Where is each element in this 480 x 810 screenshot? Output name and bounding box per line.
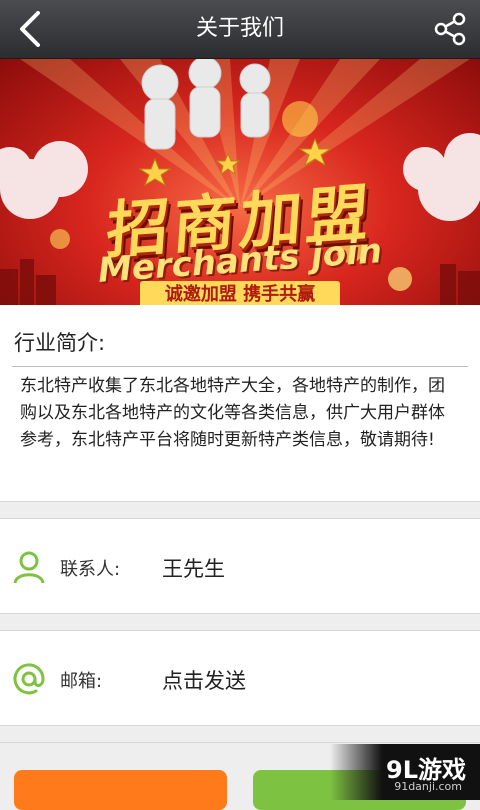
contact-label: 联系人: (60, 559, 121, 580)
watermark-url: 91danji.com (394, 780, 462, 793)
top-bar: 关于我们 (0, 0, 480, 59)
call-button[interactable] (14, 770, 227, 810)
divider (0, 613, 480, 614)
email-row[interactable]: 邮箱: 点击发送 (0, 631, 480, 725)
email-send-link[interactable]: 点击发送 (162, 665, 246, 695)
divider (0, 501, 480, 502)
contact-value: 王先生 (162, 557, 225, 581)
watermark: 9L游戏 91danji.com (330, 744, 480, 800)
divider (0, 725, 480, 726)
intro-label: 行业简介: (14, 331, 106, 355)
intro-text: 东北特产收集了东北各地特产大全，各地特产的制作，团购以及东北各地特产的文化等各类… (20, 376, 445, 450)
contact-person-row: 联系人: 王先生 (0, 519, 480, 613)
at-sign-icon (13, 663, 45, 695)
page-title: 关于我们 (195, 16, 284, 41)
promo-banner: 招商加盟 Merchants join 诚邀加盟 携手共赢 (0, 59, 480, 305)
banner-slogan: 诚邀加盟 携手共赢 (140, 281, 340, 305)
divider (0, 742, 480, 743)
person-icon (13, 551, 45, 584)
share-icon (434, 12, 466, 46)
divider (12, 366, 468, 367)
share-button[interactable] (430, 9, 470, 49)
industry-intro-section: 行业简介: 东北特产收集了东北各地特产大全，各地特产的制作，团购以及东北各地特产… (0, 305, 480, 501)
email-label: 邮箱: (60, 671, 103, 692)
